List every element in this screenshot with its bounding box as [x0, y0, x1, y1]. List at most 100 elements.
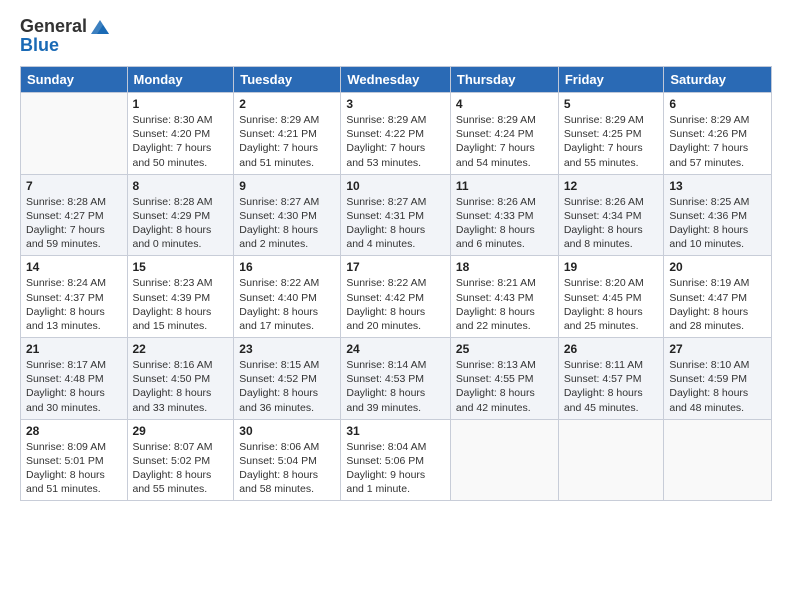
- calendar-cell: 15 Sunrise: 8:23 AM Sunset: 4:39 PM Dayli…: [127, 256, 234, 338]
- day-number: 19: [564, 260, 659, 274]
- day-number: 16: [239, 260, 335, 274]
- day-number: 31: [346, 424, 445, 438]
- day-info: Sunrise: 8:28 AM Sunset: 4:29 PM Dayligh…: [133, 195, 229, 252]
- calendar-cell: 30 Sunrise: 8:06 AM Sunset: 5:04 PM Dayli…: [234, 419, 341, 501]
- calendar-cell: 22 Sunrise: 8:16 AM Sunset: 4:50 PM Dayli…: [127, 338, 234, 420]
- calendar-cell: 26 Sunrise: 8:11 AM Sunset: 4:57 PM Dayli…: [558, 338, 664, 420]
- day-number: 18: [456, 260, 553, 274]
- calendar-week-row: 14Sunrise: 8:24 AM Sunset: 4:37 PM Dayli…: [21, 256, 772, 338]
- calendar-cell: 18Sunrise: 8:21 AM Sunset: 4:43 PM Dayli…: [450, 256, 558, 338]
- day-info: Sunrise: 8:29 AM Sunset: 4:24 PM Dayligh…: [456, 113, 553, 170]
- calendar-cell: 13 Sunrise: 8:25 AM Sunset: 4:36 PM Dayli…: [664, 174, 772, 256]
- logo-icon: [89, 16, 111, 38]
- day-number: 25: [456, 342, 553, 356]
- day-info: Sunrise: 8:23 AM Sunset: 4:39 PM Dayligh…: [133, 276, 229, 333]
- calendar-cell: 19 Sunrise: 8:20 AM Sunset: 4:45 PM Dayli…: [558, 256, 664, 338]
- day-info: Sunrise: 8:04 AM Sunset: 5:06 PM Dayligh…: [346, 440, 445, 497]
- day-info: Sunrise: 8:19 AM Sunset: 4:47 PM Dayligh…: [669, 276, 766, 333]
- calendar-cell: 17 Sunrise: 8:22 AM Sunset: 4:42 PM Dayli…: [341, 256, 451, 338]
- calendar-cell: 8 Sunrise: 8:28 AM Sunset: 4:29 PM Daylig…: [127, 174, 234, 256]
- day-number: 15: [133, 260, 229, 274]
- calendar-cell: 25Sunrise: 8:13 AM Sunset: 4:55 PM Dayli…: [450, 338, 558, 420]
- day-info: Sunrise: 8:09 AM Sunset: 5:01 PM Dayligh…: [26, 440, 122, 497]
- logo-general-text: General: [20, 17, 87, 37]
- day-info: Sunrise: 8:29 AM Sunset: 4:25 PM Dayligh…: [564, 113, 659, 170]
- day-number: 21: [26, 342, 122, 356]
- calendar-cell: 9Sunrise: 8:27 AM Sunset: 4:30 PM Daylig…: [234, 174, 341, 256]
- day-info: Sunrise: 8:30 AM Sunset: 4:20 PM Dayligh…: [133, 113, 229, 170]
- day-info: Sunrise: 8:07 AM Sunset: 5:02 PM Dayligh…: [133, 440, 229, 497]
- calendar-cell: 10Sunrise: 8:27 AM Sunset: 4:31 PM Dayli…: [341, 174, 451, 256]
- day-number: 29: [133, 424, 229, 438]
- calendar-cell: 28 Sunrise: 8:09 AM Sunset: 5:01 PM Dayli…: [21, 419, 128, 501]
- calendar-cell: [664, 419, 772, 501]
- calendar-cell: 3 Sunrise: 8:29 AM Sunset: 4:22 PM Daylig…: [341, 93, 451, 175]
- calendar-cell: 20 Sunrise: 8:19 AM Sunset: 4:47 PM Dayli…: [664, 256, 772, 338]
- day-info: Sunrise: 8:25 AM Sunset: 4:36 PM Dayligh…: [669, 195, 766, 252]
- page: General Blue SundayMondayTuesdayWednesda…: [0, 0, 792, 612]
- calendar-dow-tuesday: Tuesday: [234, 67, 341, 93]
- calendar-cell: 31 Sunrise: 8:04 AM Sunset: 5:06 PM Dayli…: [341, 419, 451, 501]
- calendar-cell: 6 Sunrise: 8:29 AM Sunset: 4:26 PM Daylig…: [664, 93, 772, 175]
- day-number: 17: [346, 260, 445, 274]
- day-number: 26: [564, 342, 659, 356]
- calendar-cell: 21 Sunrise: 8:17 AM Sunset: 4:48 PM Dayli…: [21, 338, 128, 420]
- day-info: Sunrise: 8:20 AM Sunset: 4:45 PM Dayligh…: [564, 276, 659, 333]
- logo-blue-text: Blue: [20, 35, 59, 55]
- day-info: Sunrise: 8:16 AM Sunset: 4:50 PM Dayligh…: [133, 358, 229, 415]
- header: General Blue: [20, 16, 772, 56]
- day-number: 10: [346, 179, 445, 193]
- logo: General Blue: [20, 16, 111, 56]
- day-number: 24: [346, 342, 445, 356]
- day-info: Sunrise: 8:27 AM Sunset: 4:30 PM Dayligh…: [239, 195, 335, 252]
- day-number: 14: [26, 260, 122, 274]
- day-number: 23: [239, 342, 335, 356]
- calendar-cell: 23 Sunrise: 8:15 AM Sunset: 4:52 PM Dayli…: [234, 338, 341, 420]
- calendar-dow-sunday: Sunday: [21, 67, 128, 93]
- day-number: 30: [239, 424, 335, 438]
- day-info: Sunrise: 8:26 AM Sunset: 4:34 PM Dayligh…: [564, 195, 659, 252]
- day-number: 13: [669, 179, 766, 193]
- day-number: 7: [26, 179, 122, 193]
- calendar-cell: 14Sunrise: 8:24 AM Sunset: 4:37 PM Dayli…: [21, 256, 128, 338]
- calendar-cell: 1 Sunrise: 8:30 AM Sunset: 4:20 PM Daylig…: [127, 93, 234, 175]
- calendar-cell: 5 Sunrise: 8:29 AM Sunset: 4:25 PM Daylig…: [558, 93, 664, 175]
- day-info: Sunrise: 8:26 AM Sunset: 4:33 PM Dayligh…: [456, 195, 553, 252]
- day-number: 1: [133, 97, 229, 111]
- day-info: Sunrise: 8:11 AM Sunset: 4:57 PM Dayligh…: [564, 358, 659, 415]
- day-info: Sunrise: 8:06 AM Sunset: 5:04 PM Dayligh…: [239, 440, 335, 497]
- day-info: Sunrise: 8:17 AM Sunset: 4:48 PM Dayligh…: [26, 358, 122, 415]
- day-number: 4: [456, 97, 553, 111]
- calendar-dow-thursday: Thursday: [450, 67, 558, 93]
- day-number: 6: [669, 97, 766, 111]
- day-info: Sunrise: 8:29 AM Sunset: 4:22 PM Dayligh…: [346, 113, 445, 170]
- day-info: Sunrise: 8:15 AM Sunset: 4:52 PM Dayligh…: [239, 358, 335, 415]
- calendar-dow-wednesday: Wednesday: [341, 67, 451, 93]
- day-number: 28: [26, 424, 122, 438]
- calendar-cell: [558, 419, 664, 501]
- calendar-week-row: 21 Sunrise: 8:17 AM Sunset: 4:48 PM Dayli…: [21, 338, 772, 420]
- day-number: 2: [239, 97, 335, 111]
- day-number: 8: [133, 179, 229, 193]
- day-number: 11: [456, 179, 553, 193]
- calendar-cell: 11 Sunrise: 8:26 AM Sunset: 4:33 PM Dayli…: [450, 174, 558, 256]
- calendar-cell: 4 Sunrise: 8:29 AM Sunset: 4:24 PM Daylig…: [450, 93, 558, 175]
- calendar-dow-monday: Monday: [127, 67, 234, 93]
- calendar-table: SundayMondayTuesdayWednesdayThursdayFrid…: [20, 66, 772, 501]
- calendar-cell: 24Sunrise: 8:14 AM Sunset: 4:53 PM Dayli…: [341, 338, 451, 420]
- calendar-cell: 12Sunrise: 8:26 AM Sunset: 4:34 PM Dayli…: [558, 174, 664, 256]
- calendar-week-row: 28 Sunrise: 8:09 AM Sunset: 5:01 PM Dayli…: [21, 419, 772, 501]
- day-info: Sunrise: 8:22 AM Sunset: 4:40 PM Dayligh…: [239, 276, 335, 333]
- calendar-week-row: 1 Sunrise: 8:30 AM Sunset: 4:20 PM Daylig…: [21, 93, 772, 175]
- day-info: Sunrise: 8:22 AM Sunset: 4:42 PM Dayligh…: [346, 276, 445, 333]
- day-info: Sunrise: 8:10 AM Sunset: 4:59 PM Dayligh…: [669, 358, 766, 415]
- day-info: Sunrise: 8:29 AM Sunset: 4:26 PM Dayligh…: [669, 113, 766, 170]
- day-number: 20: [669, 260, 766, 274]
- calendar-cell: 2Sunrise: 8:29 AM Sunset: 4:21 PM Daylig…: [234, 93, 341, 175]
- calendar-cell: 27Sunrise: 8:10 AM Sunset: 4:59 PM Dayli…: [664, 338, 772, 420]
- calendar-header-row: SundayMondayTuesdayWednesdayThursdayFrid…: [21, 67, 772, 93]
- day-number: 22: [133, 342, 229, 356]
- day-info: Sunrise: 8:28 AM Sunset: 4:27 PM Dayligh…: [26, 195, 122, 252]
- day-number: 5: [564, 97, 659, 111]
- day-number: 3: [346, 97, 445, 111]
